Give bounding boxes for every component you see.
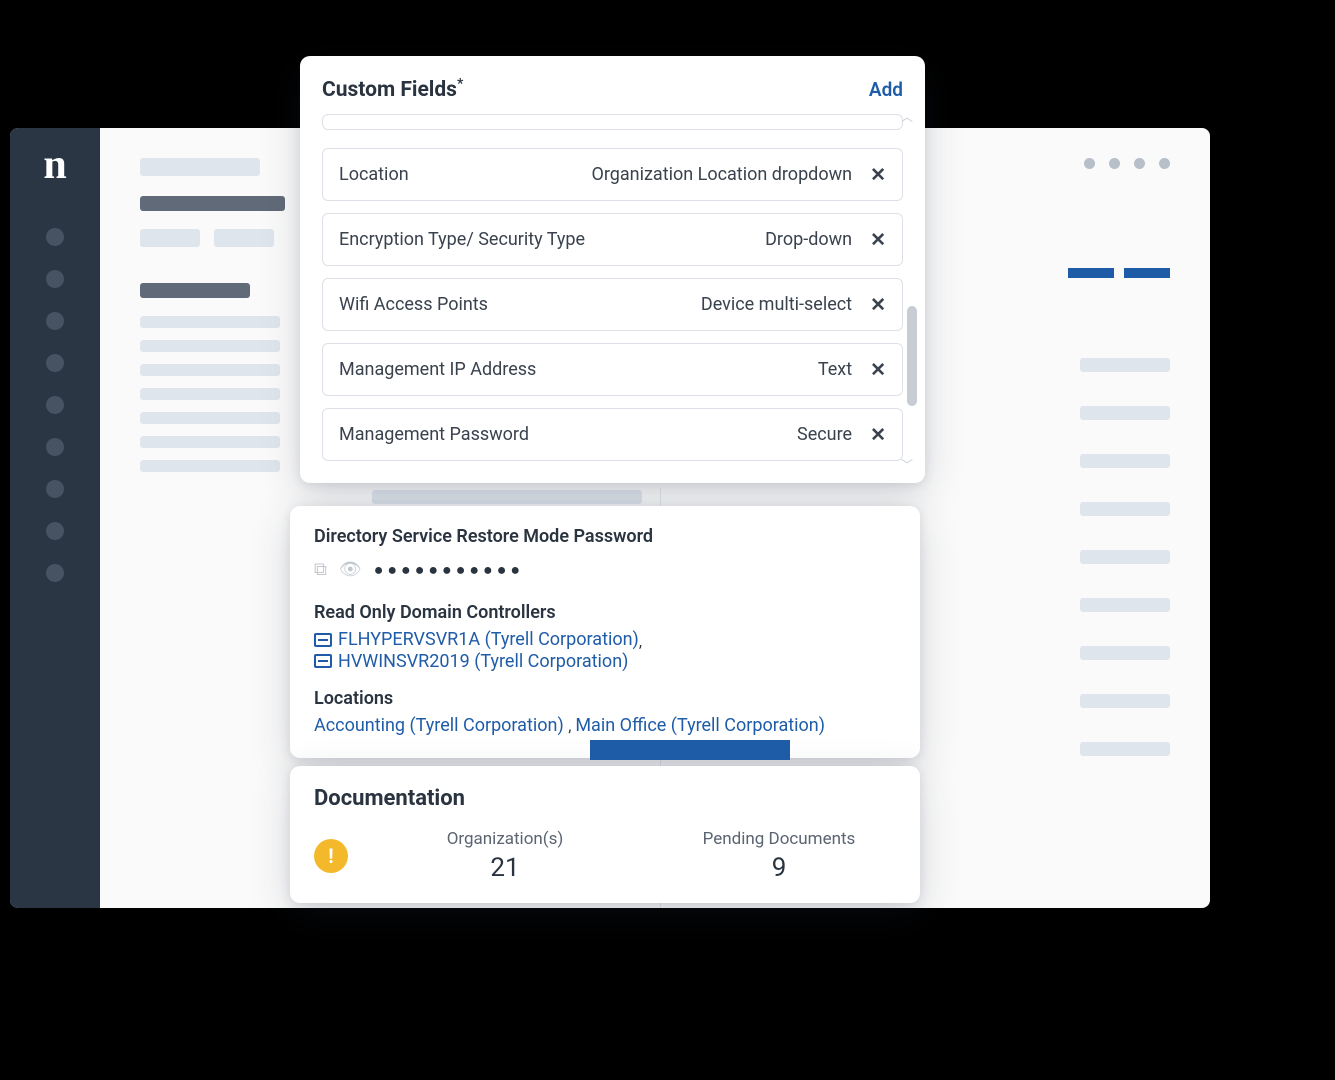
stat-value: 9 xyxy=(662,853,896,883)
skeleton xyxy=(1080,598,1170,612)
dsrm-heading: Directory Service Restore Mode Password xyxy=(314,526,896,547)
custom-fields-panel: Custom Fields* Add ︿ Location Organizati… xyxy=(300,56,925,483)
field-type: Device multi-select xyxy=(701,294,852,315)
rodc-heading: Read Only Domain Controllers xyxy=(314,602,896,623)
field-type: Text xyxy=(818,359,852,380)
skeleton xyxy=(1080,406,1170,420)
tab-group xyxy=(1068,268,1170,278)
skeleton xyxy=(1080,358,1170,372)
location-link[interactable]: Main Office (Tyrell Corporation) xyxy=(575,715,825,736)
scrollbar-thumb[interactable] xyxy=(907,306,917,406)
custom-field-row[interactable]: Wifi Access Points Device multi-select ✕ xyxy=(322,278,903,331)
skeleton xyxy=(140,196,285,211)
skeleton xyxy=(140,364,280,376)
field-type: Drop-down xyxy=(765,229,852,250)
custom-fields-title: Custom Fields* xyxy=(322,76,463,102)
skeleton xyxy=(1080,742,1170,756)
field-name: Wifi Access Points xyxy=(339,294,488,315)
nav-item[interactable] xyxy=(46,564,64,582)
field-name: Management IP Address xyxy=(339,359,536,380)
close-icon[interactable]: ✕ xyxy=(870,293,886,316)
chevron-down-icon[interactable]: ﹀ xyxy=(901,456,913,473)
skeleton xyxy=(140,229,200,247)
locations-heading: Locations xyxy=(314,688,896,709)
skeleton xyxy=(140,388,280,400)
nav-item[interactable] xyxy=(46,396,64,414)
nav-item[interactable] xyxy=(46,354,64,372)
nav-item[interactable] xyxy=(46,522,64,540)
custom-field-row-empty xyxy=(322,114,903,130)
skeleton xyxy=(1080,694,1170,708)
stat-pending: Pending Documents 9 xyxy=(662,829,896,883)
documentation-title: Documentation xyxy=(314,786,896,811)
add-button[interactable]: Add xyxy=(869,78,903,101)
nav-item[interactable] xyxy=(46,228,64,246)
skeleton xyxy=(1080,646,1170,660)
overflow-dots[interactable] xyxy=(1084,158,1170,169)
skeleton xyxy=(1080,550,1170,564)
skeleton xyxy=(140,460,280,472)
tab[interactable] xyxy=(1124,268,1170,278)
password-masked: ●●●●●●●●●●● xyxy=(374,560,524,580)
skeleton xyxy=(140,283,250,298)
stat-label: Organization(s) xyxy=(388,829,622,849)
server-icon xyxy=(314,633,332,647)
skeleton xyxy=(214,229,274,247)
tab[interactable] xyxy=(1068,268,1114,278)
skeleton xyxy=(1080,454,1170,468)
chevron-up-icon[interactable]: ︿ xyxy=(901,108,913,125)
controllers-list: FLHYPERVSVR1A (Tyrell Corporation) , HVW… xyxy=(314,629,896,672)
field-name: Location xyxy=(339,164,409,185)
server-link[interactable]: FLHYPERVSVR1A (Tyrell Corporation) xyxy=(314,629,639,650)
field-name: Management Password xyxy=(339,424,529,445)
stat-value: 21 xyxy=(388,853,622,883)
custom-field-row[interactable]: Encryption Type/ Security Type Drop-down… xyxy=(322,213,903,266)
skeleton xyxy=(1080,502,1170,516)
nav-item[interactable] xyxy=(46,438,64,456)
close-icon[interactable]: ✕ xyxy=(870,423,886,446)
skeleton xyxy=(140,412,280,424)
custom-field-row[interactable]: Location Organization Location dropdown … xyxy=(322,148,903,201)
details-panel: Directory Service Restore Mode Password … xyxy=(290,506,920,758)
skeleton xyxy=(140,158,260,176)
nav-item[interactable] xyxy=(46,480,64,498)
stat-organizations: Organization(s) 21 xyxy=(388,829,622,883)
field-type: Secure xyxy=(797,424,852,445)
location-link[interactable]: Accounting (Tyrell Corporation) xyxy=(314,715,568,736)
nav-item[interactable] xyxy=(46,312,64,330)
skeleton xyxy=(140,340,280,352)
nav-item[interactable] xyxy=(46,270,64,288)
skeleton xyxy=(140,436,280,448)
copy-icon[interactable]: ⧉ xyxy=(314,559,327,580)
eye-icon[interactable]: 👁 xyxy=(339,559,362,580)
skeleton xyxy=(140,316,280,328)
field-name: Encryption Type/ Security Type xyxy=(339,229,585,250)
close-icon[interactable]: ✕ xyxy=(870,163,886,186)
warning-icon: ! xyxy=(314,839,348,873)
stat-label: Pending Documents xyxy=(662,829,896,849)
close-icon[interactable]: ✕ xyxy=(870,228,886,251)
documentation-panel: Documentation ! Organization(s) 21 Pendi… xyxy=(290,766,920,903)
sidebar: n xyxy=(10,128,100,908)
custom-field-row[interactable]: Management Password Secure ✕ xyxy=(322,408,903,461)
app-logo: n xyxy=(43,144,66,186)
close-icon[interactable]: ✕ xyxy=(870,358,886,381)
field-type: Organization Location dropdown xyxy=(591,164,852,185)
action-button[interactable] xyxy=(590,740,790,760)
server-link[interactable]: HVWINSVR2019 (Tyrell Corporation) xyxy=(314,651,628,672)
custom-field-row[interactable]: Management IP Address Text ✕ xyxy=(322,343,903,396)
skeleton xyxy=(372,490,642,504)
locations-list: Accounting (Tyrell Corporation) , Main O… xyxy=(314,715,896,736)
server-icon xyxy=(314,654,332,668)
